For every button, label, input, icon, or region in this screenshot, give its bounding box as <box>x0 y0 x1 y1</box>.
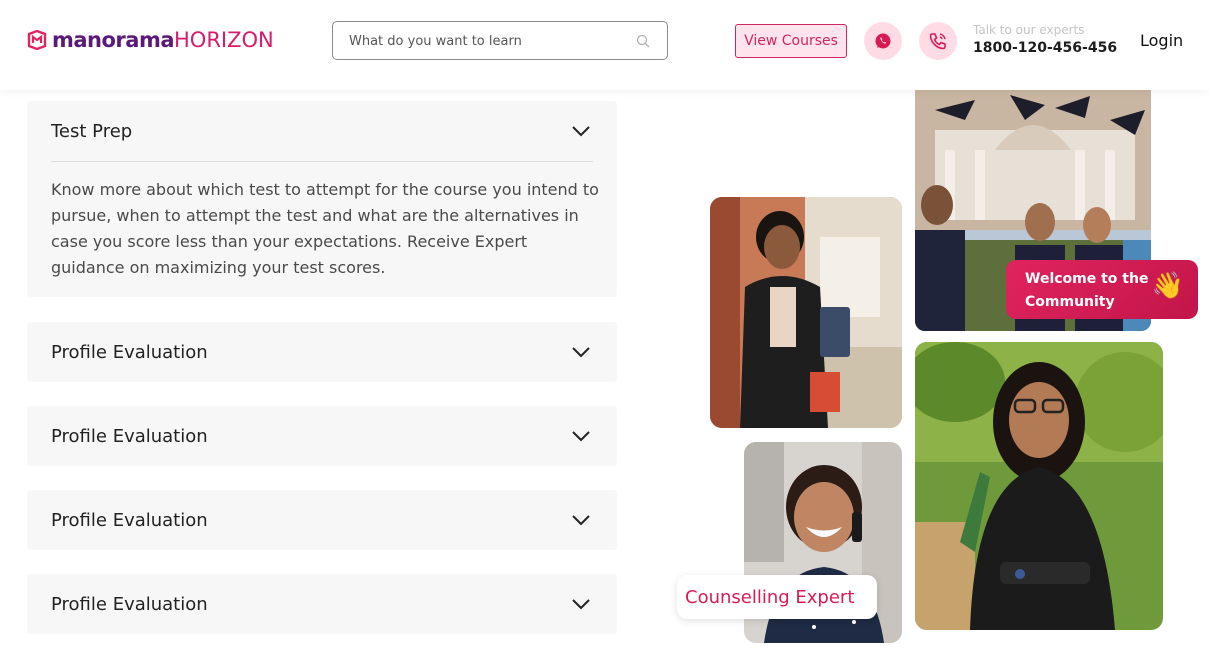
search-input[interactable] <box>349 31 629 51</box>
phone-number[interactable]: 1800-120-456-456 <box>973 40 1117 56</box>
accordion-title: Profile Evaluation <box>51 426 208 447</box>
accordion-header[interactable]: Profile Evaluation <box>51 426 593 447</box>
accordion-item-profile-evaluation[interactable]: Profile Evaluation <box>27 490 617 550</box>
search-box <box>332 21 668 60</box>
brand-logo[interactable]: manorama HORIZON <box>27 28 274 52</box>
accordion-body-text: Know more about which test to attempt fo… <box>51 180 599 277</box>
welcome-badge: Welcome to the Community 👋 <box>1006 260 1198 319</box>
welcome-badge-text: Welcome to the Community <box>1025 271 1149 310</box>
accordion-item-test-prep: Test Prep Know more about which test to … <box>27 101 617 297</box>
login-link[interactable]: Login <box>1140 31 1183 50</box>
accordion-header[interactable]: Test Prep <box>51 121 593 142</box>
waving-hand-icon: 👋 <box>1151 271 1184 301</box>
counselling-expert-badge: Counselling Expert <box>677 575 877 619</box>
accordion-title: Profile Evaluation <box>51 342 208 363</box>
talk-to-experts-label: Talk to our experts <box>973 23 1085 37</box>
chevron-down-icon[interactable] <box>571 346 591 358</box>
accordion-header[interactable]: Profile Evaluation <box>51 342 593 363</box>
phone-icon <box>929 33 946 50</box>
accordion-item-profile-evaluation[interactable]: Profile Evaluation <box>27 322 617 382</box>
view-courses-button[interactable]: View Courses <box>735 24 847 58</box>
counselling-expert-label: Counselling Expert <box>685 586 855 608</box>
accordion-header[interactable]: Profile Evaluation <box>51 594 593 615</box>
logo-text-horizon: HORIZON <box>174 28 274 52</box>
site-header: manorama HORIZON View Courses Talk to ou… <box>0 0 1209 90</box>
accordion-item-profile-evaluation[interactable]: Profile Evaluation <box>27 574 617 634</box>
accordion-divider <box>51 161 593 162</box>
accordion-header[interactable]: Profile Evaluation <box>51 510 593 531</box>
accordion-title: Test Prep <box>51 121 133 142</box>
chevron-down-icon[interactable] <box>571 430 591 442</box>
accordion-title: Profile Evaluation <box>51 510 208 531</box>
whatsapp-button[interactable] <box>864 22 902 60</box>
logo-icon <box>27 30 47 50</box>
student-with-books-photo <box>710 197 902 428</box>
whatsapp-icon <box>875 33 891 49</box>
logo-text-manorama: manorama <box>52 28 175 52</box>
chevron-down-icon[interactable] <box>571 514 591 526</box>
accordion-item-profile-evaluation[interactable]: Profile Evaluation <box>27 406 617 466</box>
chevron-down-icon[interactable] <box>571 125 591 137</box>
student-glasses-photo <box>915 342 1163 630</box>
call-button[interactable] <box>919 22 957 60</box>
chevron-down-icon[interactable] <box>571 598 591 610</box>
search-icon[interactable] <box>636 34 650 48</box>
accordion-title: Profile Evaluation <box>51 594 208 615</box>
